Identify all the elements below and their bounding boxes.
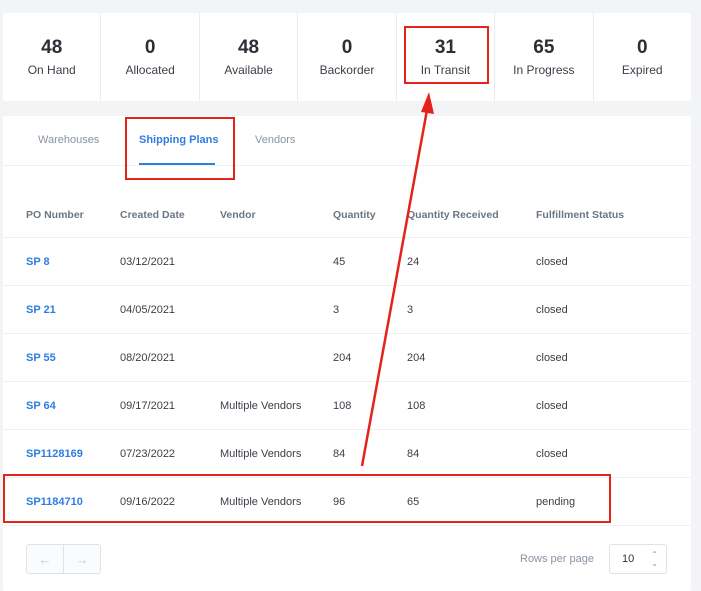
fulfillment-status: closed (536, 256, 568, 268)
column-header-created-date[interactable]: Created Date (120, 209, 185, 221)
created-date: 09/16/2022 (120, 496, 176, 508)
rows-per-page-label: Rows per page (520, 553, 594, 565)
stat-allocated: 0 Allocated (101, 13, 200, 101)
column-header-po-number[interactable]: PO Number (26, 209, 84, 221)
quantity-received: 84 (407, 448, 420, 460)
table-row[interactable]: SP 21 04/05/2021 3 3 closed (3, 286, 691, 334)
stat-value: 31 (434, 37, 456, 58)
po-number-link[interactable]: SP 64 (26, 400, 56, 412)
stat-value: 48 (41, 37, 63, 58)
po-number-link[interactable]: SP 21 (26, 304, 56, 316)
created-date: 09/17/2021 (120, 400, 176, 412)
stepper-icon: ⌃ ⌄ (651, 550, 658, 568)
quantity-received: 204 (407, 352, 426, 364)
table-row[interactable]: SP1184710 09/16/2022 Multiple Vendors 96… (3, 478, 691, 526)
po-number-link[interactable]: SP 8 (26, 256, 50, 268)
quantity-received: 65 (407, 496, 420, 508)
table-row[interactable]: SP 55 08/20/2021 204 204 closed (3, 334, 691, 382)
stat-value: 0 (341, 37, 353, 58)
pagination-controls: ← → (26, 544, 101, 574)
quantity: 84 (333, 448, 346, 460)
stat-backorder: 0 Backorder (298, 13, 397, 101)
stat-label: Allocated (125, 63, 175, 77)
table-row[interactable]: SP1128169 07/23/2022 Multiple Vendors 84… (3, 430, 691, 478)
quantity-received: 108 (407, 400, 426, 412)
stat-in-progress: 65 In Progress (495, 13, 594, 101)
tab-vendors[interactable]: Vendors (255, 134, 295, 146)
quantity: 108 (333, 400, 352, 412)
arrow-right-icon: → (75, 551, 89, 567)
fulfillment-status: closed (536, 448, 568, 460)
stat-label: Backorder (319, 63, 375, 77)
shipping-plans-card: Warehouses Shipping Plans Vendors PO Num… (3, 116, 691, 591)
quantity: 45 (333, 256, 346, 268)
stat-value: 65 (533, 37, 555, 58)
inventory-stats-bar: 48 On Hand 0 Allocated 48 Available 0 Ba… (3, 13, 691, 101)
stat-label: Expired (621, 63, 663, 77)
tab-warehouses[interactable]: Warehouses (38, 134, 99, 146)
quantity: 96 (333, 496, 346, 508)
fulfillment-status: closed (536, 400, 568, 412)
table-row[interactable]: SP 8 03/12/2021 45 24 closed (3, 238, 691, 286)
po-number-link[interactable]: SP1128169 (26, 448, 83, 460)
column-header-vendor[interactable]: Vendor (220, 209, 256, 221)
quantity: 3 (333, 304, 340, 316)
arrow-left-icon: ← (38, 551, 52, 567)
vendor: Multiple Vendors (220, 496, 302, 508)
stat-available: 48 Available (200, 13, 299, 101)
table-row[interactable]: SP 64 09/17/2021 Multiple Vendors 108 10… (3, 382, 691, 430)
column-header-quantity-received[interactable]: Quantity Received (407, 209, 499, 221)
table-header: PO Number Created Date Vendor Quantity Q… (3, 190, 691, 238)
created-date: 04/05/2021 (120, 304, 176, 316)
rows-per-page-select[interactable]: 10 ⌃ ⌄ (609, 544, 667, 574)
created-date: 08/20/2021 (120, 352, 176, 364)
created-date: 07/23/2022 (120, 448, 176, 460)
fulfillment-status: pending (536, 496, 576, 508)
created-date: 03/12/2021 (120, 256, 176, 268)
vendor: Multiple Vendors (220, 400, 302, 412)
rows-per-page-value: 10 (622, 553, 635, 565)
quantity-received: 24 (407, 256, 420, 268)
tab-shipping-plans[interactable]: Shipping Plans (139, 134, 218, 146)
stat-value: 48 (237, 37, 260, 58)
quantity-received: 3 (407, 304, 414, 316)
stat-label: In Transit (420, 63, 471, 77)
po-number-link[interactable]: SP 55 (26, 352, 56, 364)
stat-on-hand: 48 On Hand (3, 13, 102, 101)
stat-label: Available (224, 63, 273, 77)
fulfillment-status: closed (536, 352, 568, 364)
prev-page-button[interactable]: ← (27, 545, 64, 573)
stat-label: On Hand (27, 63, 76, 77)
tab-bar: Warehouses Shipping Plans Vendors (3, 116, 691, 166)
stat-expired: 0 Expired (594, 13, 691, 101)
stat-value: 0 (636, 37, 648, 58)
vendor: Multiple Vendors (220, 448, 302, 460)
column-header-fulfillment-status[interactable]: Fulfillment Status (536, 209, 624, 221)
po-number-link[interactable]: SP1184710 (26, 496, 83, 508)
next-page-button[interactable]: → (64, 545, 100, 573)
stat-label: In Progress (513, 63, 575, 77)
active-tab-indicator (139, 163, 215, 165)
column-header-quantity[interactable]: Quantity (333, 209, 376, 221)
fulfillment-status: closed (536, 304, 568, 316)
stat-in-transit: 31 In Transit (397, 13, 496, 101)
quantity: 204 (333, 352, 352, 364)
stat-value: 0 (144, 37, 156, 58)
